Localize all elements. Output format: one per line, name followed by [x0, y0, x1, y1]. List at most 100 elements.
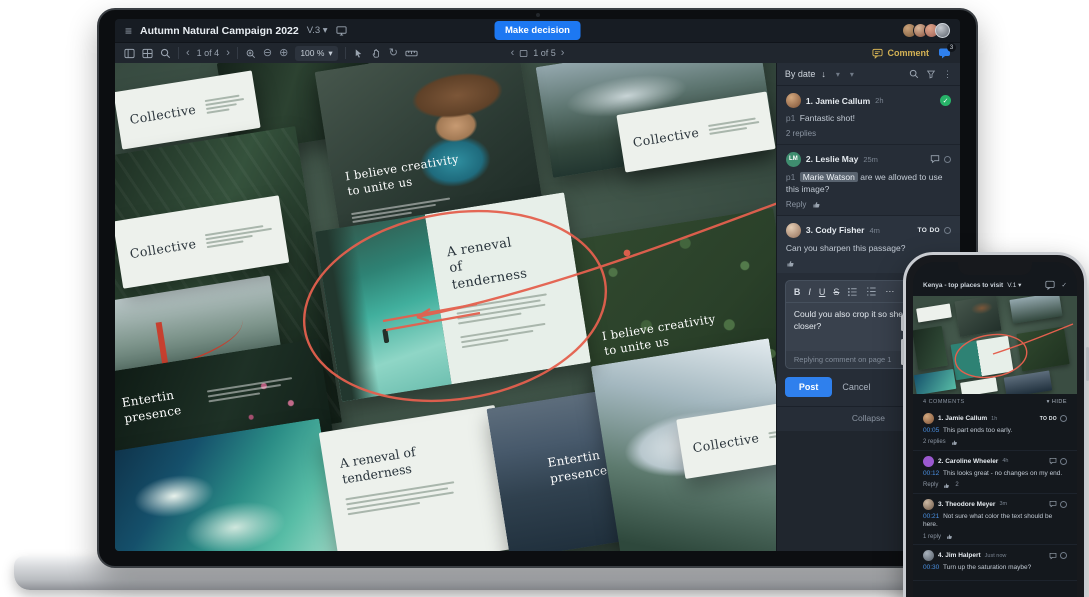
zoom-out-button[interactable]: ⊖	[263, 48, 272, 59]
thumbs-up-icon[interactable]	[951, 439, 958, 446]
replies-link[interactable]: 2 replies	[786, 129, 816, 138]
comment-item[interactable]: 1. Jamie Callum 2h ✓ p1 Fantastic shot!	[777, 86, 960, 145]
comment-author: 2. Caroline Wheeler	[938, 458, 998, 465]
zoom-in-button[interactable]: ⊕	[279, 48, 288, 59]
reply-bubble-icon[interactable]	[1049, 552, 1057, 560]
like-count: 2	[955, 482, 958, 488]
thumbs-up-icon[interactable]	[943, 482, 950, 489]
prev-slide-button[interactable]: ‹	[511, 48, 515, 59]
moodboard-card-reneval[interactable]: A reneval of tenderness	[319, 405, 517, 551]
next-slide-button[interactable]: ›	[561, 48, 565, 59]
timecode[interactable]: 00:12	[923, 470, 939, 477]
phone-volume-button	[901, 339, 904, 365]
comment-item[interactable]: 3. Theodore Meyer 3m 00:21 Not sure what…	[913, 494, 1077, 546]
timecode[interactable]: 00:30	[923, 564, 939, 571]
caret-down-icon[interactable]: ▾	[836, 70, 840, 79]
comment-item[interactable]: 2. Caroline Wheeler 4h 00:12 This looks …	[913, 451, 1077, 494]
pointer-tool-icon[interactable]	[353, 48, 364, 59]
filter-icon[interactable]	[926, 69, 936, 79]
comment-item[interactable]: LM 2. Leslie May 25m p1 Marie Wats	[777, 145, 960, 216]
comment-button[interactable]: Comment	[872, 48, 929, 59]
topbar: ≡ Autumn Natural Campaign 2022 V.3 ▾ Mak…	[115, 19, 960, 42]
reply-bubble-icon[interactable]	[1049, 500, 1057, 508]
ruler-tool-icon[interactable]	[405, 49, 418, 58]
phone-version-dropdown[interactable]: V.1 ▾	[1007, 281, 1021, 289]
more-formatting-icon[interactable]: ⋯	[885, 286, 894, 297]
reply-link[interactable]: Reply	[786, 200, 806, 209]
chat-toggle-button[interactable]: 3	[938, 47, 951, 59]
sort-dropdown[interactable]: By date	[785, 69, 816, 79]
comment-bubble-icon[interactable]	[1045, 280, 1055, 290]
phone-comments-header: 4 COMMENTS ▾ HIDE	[913, 394, 1077, 408]
timecode[interactable]: 00:05	[923, 427, 939, 434]
kebab-menu-icon[interactable]: ⋮	[943, 69, 952, 80]
proof-canvas[interactable]: Collective Collective I believe creativi…	[115, 63, 776, 551]
mark-resolved-icon[interactable]	[1060, 501, 1067, 508]
approve-check-icon[interactable]: ✓	[1062, 281, 1067, 289]
hero-text-panel: A reneval of tenderness	[425, 192, 591, 384]
comment-item[interactable]: 4. Jim Halpert Just now 00:30 Turn up th…	[913, 545, 1077, 581]
reply-link[interactable]: 1 reply	[923, 534, 941, 540]
menu-icon[interactable]: ≡	[125, 25, 132, 37]
resolved-check-icon[interactable]: ✓	[940, 95, 951, 106]
marquee-zoom-icon[interactable]	[245, 48, 256, 59]
hide-comments-button[interactable]: ▾ HIDE	[1047, 399, 1067, 405]
mark-resolved-icon[interactable]	[1060, 458, 1067, 465]
caret-down-icon[interactable]: ▾	[850, 70, 854, 79]
thumbnail-grid-icon[interactable]	[142, 48, 153, 59]
reply-link[interactable]: Reply	[923, 482, 938, 488]
panel-header-actions: ⋮	[909, 69, 952, 80]
search-icon[interactable]	[909, 69, 919, 79]
strikethrough-button[interactable]: S	[833, 287, 839, 297]
page-tag: p1	[786, 172, 795, 182]
comment-author: 1. Jamie Callum	[938, 415, 987, 422]
prev-page-button[interactable]: ‹	[186, 48, 190, 59]
phone-proof-canvas[interactable]	[913, 296, 1077, 394]
card-title: A reneval of tenderness	[446, 233, 533, 294]
document-title: Autumn Natural Campaign 2022	[140, 25, 299, 37]
mark-resolved-icon[interactable]	[1060, 415, 1067, 422]
page-indicator: 1 of 4	[197, 48, 220, 58]
zoom-level-dropdown[interactable]: 100 %▾	[295, 46, 337, 61]
present-icon[interactable]	[336, 25, 347, 36]
divider	[345, 47, 346, 59]
thumbs-up-icon[interactable]	[946, 533, 953, 540]
card-title: Collective	[692, 430, 760, 455]
avatar[interactable]	[935, 23, 950, 38]
bold-button[interactable]: B	[794, 287, 801, 297]
main-area: Collective Collective I believe creativi…	[115, 63, 960, 551]
numbered-list-icon[interactable]	[866, 286, 877, 297]
sidebar-panel-icon[interactable]	[124, 48, 135, 59]
mark-resolved-icon[interactable]	[1060, 552, 1067, 559]
reply-bubble-icon[interactable]	[1049, 457, 1057, 465]
phone-screen: Kenya - top places to visit V.1 ▾ ✓	[913, 262, 1077, 597]
hand-tool-icon[interactable]	[371, 48, 382, 59]
sort-direction-icon[interactable]: ↓	[821, 69, 826, 79]
replies-link[interactable]: 2 replies	[923, 439, 946, 445]
post-button[interactable]: Post	[785, 377, 833, 397]
mark-resolved-icon[interactable]	[944, 156, 951, 163]
mark-resolved-icon[interactable]	[944, 227, 951, 234]
reply-bubble-icon[interactable]	[930, 154, 940, 164]
thumbs-up-icon[interactable]	[786, 259, 795, 268]
search-icon[interactable]	[160, 48, 171, 59]
rotate-tool-icon[interactable]: ↻	[389, 48, 398, 59]
underline-button[interactable]: U	[819, 287, 826, 297]
timecode[interactable]: 00:21	[923, 513, 939, 520]
next-page-button[interactable]: ›	[226, 48, 230, 59]
make-decision-button[interactable]: Make decision	[494, 21, 581, 40]
mention-chip[interactable]: Marie Watson	[800, 172, 858, 182]
card-title: Collective	[129, 235, 197, 260]
comment-body: 00:12 This looks great - no changes on m…	[923, 470, 1067, 479]
cancel-button[interactable]: Cancel	[842, 382, 870, 392]
toolbar: ‹ 1 of 4 › ⊖ ⊕ 100 %▾ ↻ ‹ 1 of 5 ›	[115, 42, 960, 63]
comment-author: 4. Jim Halpert	[938, 552, 981, 559]
comment-item[interactable]: 1. Jamie Callum 1h TO DO 00:05 This part…	[913, 408, 1077, 451]
avatar	[923, 413, 934, 424]
italic-button[interactable]: I	[808, 287, 811, 297]
thumbs-up-icon[interactable]	[812, 200, 821, 209]
card-body-lines	[204, 92, 245, 116]
comment-time: 1h	[991, 416, 997, 422]
bullet-list-icon[interactable]	[847, 286, 858, 297]
version-dropdown[interactable]: V.3 ▾	[307, 25, 328, 36]
